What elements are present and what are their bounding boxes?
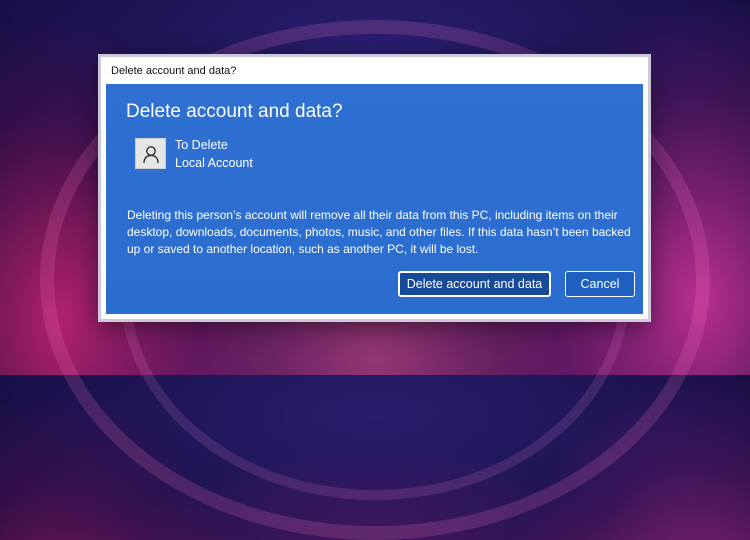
account-avatar bbox=[135, 138, 166, 169]
cancel-button[interactable]: Cancel bbox=[565, 271, 635, 297]
delete-account-button[interactable]: Delete account and data bbox=[398, 271, 551, 297]
dialog-titlebar[interactable]: Delete account and data? bbox=[101, 57, 648, 84]
account-type: Local Account bbox=[175, 156, 253, 170]
dialog-content-panel: Delete account and data? To Delete Local… bbox=[106, 84, 643, 314]
user-icon bbox=[143, 146, 159, 164]
delete-account-dialog: Delete account and data? Delete account … bbox=[100, 56, 649, 320]
dialog-title: Delete account and data? bbox=[111, 65, 237, 77]
warning-message: Deleting this person’s account will remo… bbox=[127, 208, 631, 256]
dialog-heading: Delete account and data? bbox=[126, 101, 343, 122]
account-name: To Delete bbox=[175, 138, 228, 152]
